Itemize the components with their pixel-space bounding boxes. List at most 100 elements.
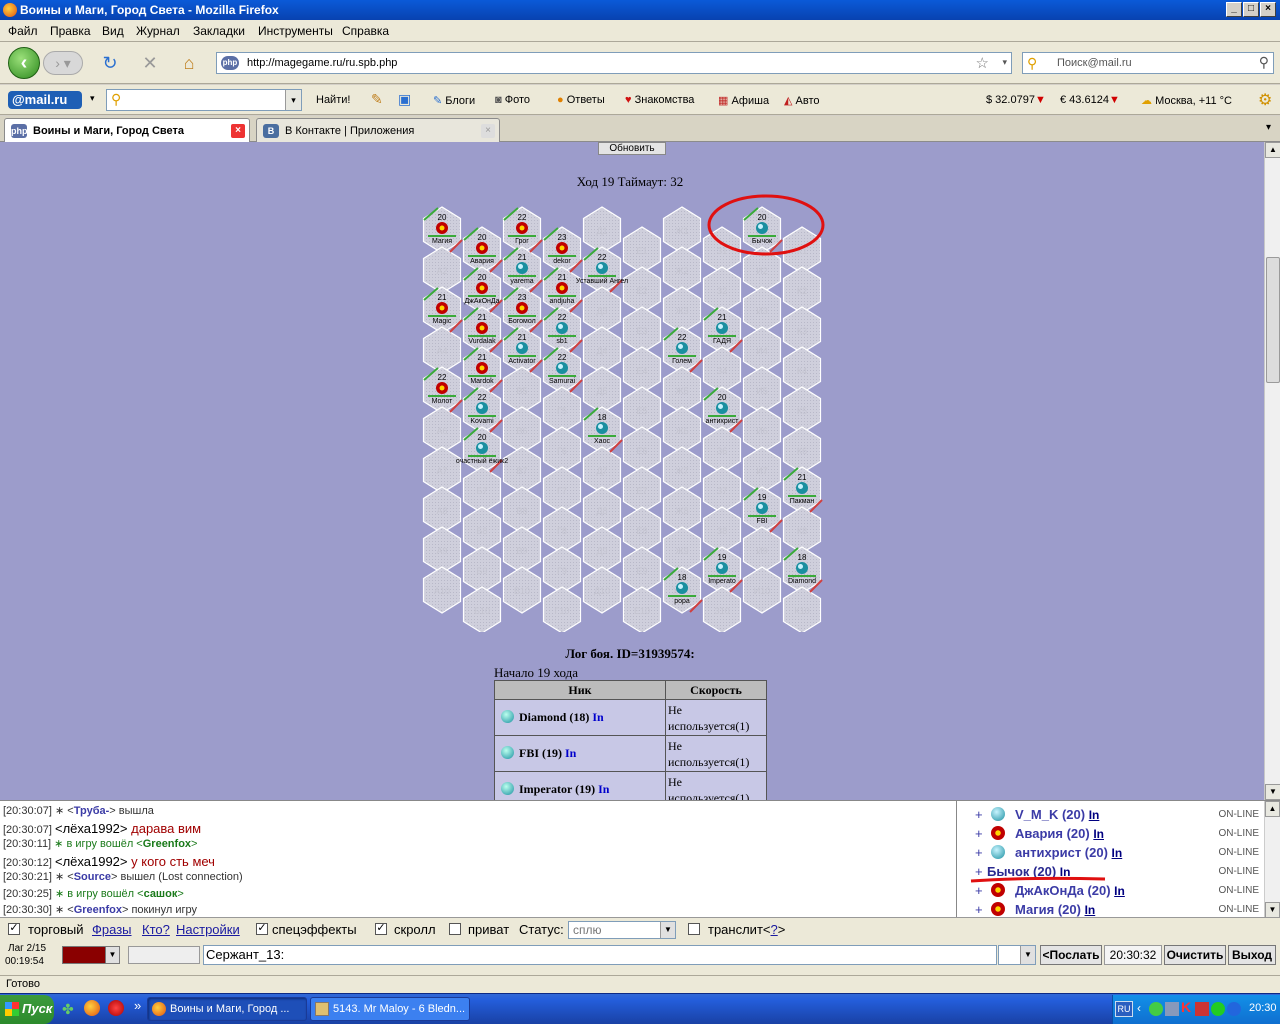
chevron-down-icon[interactable]: ▼: [660, 922, 675, 938]
menu-view[interactable]: Вид: [102, 24, 124, 38]
expand-icon[interactable]: +: [975, 902, 983, 917]
translit-checkbox[interactable]: [688, 923, 700, 935]
expand-icon[interactable]: +: [975, 883, 983, 898]
find-button[interactable]: Найти!: [316, 94, 350, 106]
link-blogs[interactable]: ✎ Блоги: [433, 94, 475, 107]
url-dropdown-icon[interactable]: ▾: [1002, 57, 1007, 68]
language-indicator[interactable]: RU: [1115, 1001, 1133, 1017]
tray-agent-icon[interactable]: [1149, 1002, 1163, 1016]
menu-history[interactable]: Журнал: [136, 24, 180, 38]
who-link[interactable]: Кто?: [142, 922, 170, 937]
message-input[interactable]: Сержант_13:: [203, 945, 997, 965]
settings-gear-icon[interactable]: ⚙: [1258, 90, 1272, 110]
menu-help[interactable]: Справка: [342, 24, 389, 38]
search-icon[interactable]: ⚲: [1259, 54, 1269, 71]
chevron-down-icon[interactable]: ▼: [105, 947, 119, 963]
history-select[interactable]: ▼: [998, 945, 1036, 965]
reload-icon[interactable]: ↻: [99, 52, 121, 74]
settings-link[interactable]: Настройки: [176, 922, 240, 937]
status-select[interactable]: сплю ▼: [568, 921, 676, 939]
mailru-search-input[interactable]: ⚲ ▾: [106, 89, 302, 111]
settings-link-text[interactable]: Настройки: [176, 922, 240, 937]
scroll-down-icon[interactable]: ▼: [1265, 902, 1280, 918]
search-engine-icon[interactable]: ⚲: [1027, 55, 1037, 72]
scroll-checkbox[interactable]: ✓: [375, 923, 387, 935]
quicklaunch-opera-icon[interactable]: [108, 1000, 124, 1016]
maximize-button[interactable]: □: [1243, 2, 1259, 17]
chat-log[interactable]: [20:30:07] ∗ <Труба-> вышла [20:30:07] <л…: [0, 800, 956, 917]
tab-close-icon[interactable]: ×: [231, 124, 245, 138]
expand-icon[interactable]: +: [975, 845, 983, 860]
phrases-link-text[interactable]: Фразы: [92, 922, 132, 937]
menu-bookmarks[interactable]: Закладки: [193, 24, 245, 38]
scroll-thumb[interactable]: [1266, 257, 1280, 383]
info-link[interactable]: In: [1085, 903, 1096, 917]
private-recipient-field[interactable]: [128, 946, 200, 964]
scroll-up-icon[interactable]: ▲: [1265, 801, 1280, 817]
user-row[interactable]: + Авария (20) In ON-LINE: [971, 824, 1267, 843]
bookmark-star-icon[interactable]: ☆: [976, 54, 989, 72]
exit-button[interactable]: Выход: [1228, 945, 1276, 965]
user-list-scrollbar[interactable]: ▲ ▼: [1264, 801, 1280, 918]
translit-help-link[interactable]: ?: [771, 922, 778, 937]
close-button[interactable]: ×: [1260, 2, 1276, 17]
usd-rate[interactable]: $ 32.0797▼: [986, 94, 1046, 106]
trade-checkbox[interactable]: ✓: [8, 923, 20, 935]
chevron-down-icon[interactable]: ▼: [1020, 946, 1035, 964]
tray-antivirus-icon[interactable]: K: [1181, 999, 1191, 1015]
forward-button[interactable]: › ▾: [43, 51, 83, 75]
mailru-logo[interactable]: @mail.ru: [8, 91, 82, 109]
effects-checkbox[interactable]: ✓: [256, 923, 268, 935]
tab-close-icon[interactable]: ×: [481, 124, 495, 138]
quicklaunch-firefox-icon[interactable]: [84, 1000, 100, 1016]
phrases-link[interactable]: Фразы: [92, 922, 132, 937]
scroll-down-icon[interactable]: ▼: [1265, 784, 1280, 800]
back-button[interactable]: ‹: [8, 47, 40, 79]
quicklaunch-clover-icon[interactable]: ✤: [62, 1001, 74, 1018]
tray-mail-icon[interactable]: [1227, 1002, 1241, 1016]
link-dating[interactable]: ♥ Знакомства: [625, 94, 694, 106]
tray-icq-icon[interactable]: [1211, 1002, 1225, 1016]
link-afisha[interactable]: ▦ Афиша: [718, 94, 769, 107]
url-bar[interactable]: php http://magegame.ru/ru.spb.php ☆ ▾: [216, 52, 1012, 74]
info-link[interactable]: In: [1093, 827, 1104, 841]
menu-tools[interactable]: Инструменты: [258, 24, 333, 38]
tab-list-icon[interactable]: ▾: [1266, 122, 1271, 133]
info-link[interactable]: In: [598, 782, 609, 796]
weather[interactable]: ☁ Москва, +11 °C: [1141, 94, 1232, 107]
send-button[interactable]: <Послать: [1040, 945, 1102, 965]
color-picker[interactable]: ▼: [62, 946, 120, 964]
expand-icon[interactable]: +: [975, 826, 983, 841]
stop-icon[interactable]: ✕: [139, 52, 161, 74]
private-checkbox[interactable]: [449, 923, 461, 935]
clear-button[interactable]: Очистить: [1164, 945, 1226, 965]
eur-rate[interactable]: € 43.6124▼: [1060, 94, 1120, 106]
info-link[interactable]: In: [1112, 846, 1123, 860]
tray-expand-icon[interactable]: ‹: [1137, 1001, 1141, 1015]
user-row[interactable]: + V_M_K (20) In ON-LINE: [971, 805, 1267, 824]
who-link-text[interactable]: Кто?: [142, 922, 170, 937]
quicklaunch-more-icon[interactable]: »: [134, 998, 141, 1013]
task-other[interactable]: 5143. Mr Maloy - 6 Bledn...: [310, 997, 470, 1021]
scroll-up-icon[interactable]: ▲: [1265, 142, 1280, 158]
pencil-icon[interactable]: ✎: [371, 91, 383, 108]
info-link[interactable]: In: [1089, 808, 1100, 822]
info-link[interactable]: In: [1114, 884, 1125, 898]
search-bar[interactable]: ⚲ Поиск@mail.ru ⚲: [1022, 52, 1274, 74]
info-link[interactable]: In: [592, 710, 603, 724]
menu-edit[interactable]: Правка: [50, 24, 91, 38]
expand-icon[interactable]: +: [975, 807, 983, 822]
logo-dropdown-icon[interactable]: ▾: [90, 93, 95, 104]
link-answers[interactable]: ● Ответы: [557, 94, 605, 106]
link-photo[interactable]: ◙ Фото: [495, 94, 530, 106]
mailru-search-dropdown[interactable]: ▾: [285, 90, 301, 110]
tab-game[interactable]: php Воины и Маги, Город Света ×: [4, 118, 250, 142]
window-icon[interactable]: ▣: [398, 91, 411, 108]
task-firefox[interactable]: Воины и Маги, Город ...: [147, 997, 307, 1021]
page-scrollbar[interactable]: ▲ ▼: [1264, 142, 1280, 800]
tray-network-icon[interactable]: [1165, 1002, 1179, 1016]
link-auto[interactable]: ◭ Авто: [784, 94, 820, 107]
home-icon[interactable]: ⌂: [178, 52, 200, 74]
menu-file[interactable]: Файл: [8, 24, 38, 38]
minimize-button[interactable]: _: [1226, 2, 1242, 17]
